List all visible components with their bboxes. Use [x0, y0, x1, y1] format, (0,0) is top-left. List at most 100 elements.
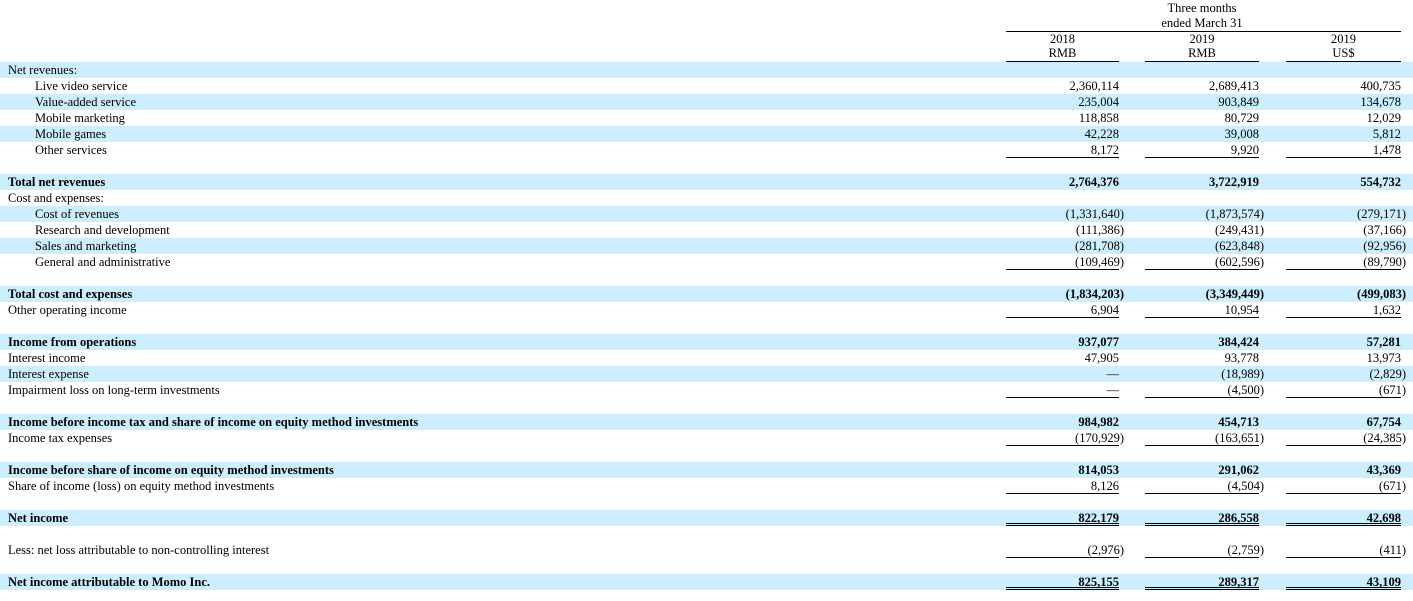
table-body: Net revenues: Live video service 2,360,114… — [0, 62, 1413, 590]
table-row: Interest income 47,905 93,778 13,973 — [0, 350, 1413, 366]
value-cell: 8,126 — [1006, 478, 1119, 494]
value-cell: 42,228 — [1006, 126, 1119, 142]
value-cell: 2,360,114 — [1006, 78, 1119, 94]
value-cell: 2,689,413 — [1145, 78, 1259, 94]
cell-value: 67,754 — [1366, 415, 1401, 429]
value-cell: 57,281 — [1286, 334, 1401, 350]
cell-value: — — [1106, 367, 1120, 381]
spacer-row — [0, 446, 1413, 462]
row-label: Other services — [35, 143, 107, 157]
row-label: Total net revenues — [8, 175, 106, 189]
cell-value: (163,651) — [1215, 431, 1264, 445]
row-label: Research and development — [35, 223, 170, 237]
cell-value: (1,873,574) — [1205, 207, 1264, 221]
cell-value: (18,989) — [1221, 367, 1264, 381]
table-row: Total cost and expenses (1,834,203) (3,349… — [0, 286, 1413, 302]
value-cell: 42,698 — [1286, 510, 1401, 526]
value-cell: (4,500) — [1145, 382, 1264, 398]
value-cell: 67,754 — [1286, 414, 1401, 430]
cell-value: (3,349,449) — [1205, 287, 1264, 301]
cell-value: (671) — [1378, 479, 1406, 493]
value-cell: (24,385) — [1286, 430, 1406, 446]
cell-value: (602,596) — [1215, 255, 1264, 269]
cell-value: 42,228 — [1084, 127, 1119, 141]
value-cell: — — [1006, 382, 1119, 398]
table-row: Income tax expenses (170,929) (163,651) (24… — [0, 430, 1413, 446]
table-row: Net income attributable to Momo Inc. 825,… — [0, 574, 1413, 590]
cell-value: 6,904 — [1090, 303, 1119, 317]
value-cell: 2,764,376 — [1006, 174, 1119, 190]
spacer-row — [0, 526, 1413, 542]
col-2018-rmb-currency: RMB — [1048, 46, 1077, 60]
value-cell: (170,929) — [1006, 430, 1124, 446]
value-cell: 118,858 — [1006, 110, 1119, 126]
cell-value: (89,790) — [1363, 255, 1406, 269]
value-cell: (109,469) — [1006, 254, 1124, 270]
spacer-row — [0, 318, 1413, 334]
row-label: Interest expense — [8, 367, 89, 381]
value-cell: (2,829) — [1286, 366, 1406, 382]
cell-value: 289,317 — [1218, 575, 1259, 589]
row-label: Net revenues: — [8, 63, 78, 77]
col-2019-usd-year: 2019 — [1331, 32, 1356, 46]
cell-value: (623,848) — [1215, 239, 1264, 253]
row-label: Net income — [8, 511, 69, 525]
cell-value: (279,171) — [1357, 207, 1406, 221]
cell-value: 118,858 — [1078, 111, 1119, 125]
cell-value: (4,500) — [1227, 383, 1264, 397]
spacer-row — [0, 494, 1413, 510]
value-cell: (163,651) — [1145, 430, 1264, 446]
col-2019-usd-currency: US$ — [1332, 46, 1355, 60]
value-cell: 814,053 — [1006, 462, 1119, 478]
cell-value: 984,982 — [1078, 415, 1119, 429]
value-cell: 235,004 — [1006, 94, 1119, 110]
cell-value: (2,829) — [1369, 367, 1406, 381]
value-cell: 384,424 — [1145, 334, 1259, 350]
table-row: Mobile games 42,228 39,008 5,812 — [0, 126, 1413, 142]
cell-value: (37,166) — [1363, 223, 1406, 237]
table-row: Income before income tax and share of in… — [0, 414, 1413, 430]
cell-value: 235,004 — [1078, 95, 1119, 109]
spacer-row — [0, 398, 1413, 414]
cell-value: 47,905 — [1084, 351, 1119, 365]
row-label: Mobile marketing — [35, 111, 125, 125]
cell-value: 12,029 — [1366, 111, 1401, 125]
table-row: Mobile marketing 118,858 80,729 12,029 — [0, 110, 1413, 126]
table-row: General and administrative (109,469) (602,… — [0, 254, 1413, 270]
cell-value: 822,179 — [1078, 511, 1119, 525]
value-cell: (37,166) — [1286, 222, 1406, 238]
cell-value: 1,632 — [1372, 303, 1401, 317]
cell-value: 134,678 — [1360, 95, 1401, 109]
cell-value: 9,920 — [1230, 143, 1259, 157]
row-label: Mobile games — [35, 127, 107, 141]
period-header-line1: Three months — [1167, 1, 1237, 15]
value-cell: 1,478 — [1286, 142, 1401, 158]
value-cell: 80,729 — [1145, 110, 1259, 126]
table-row: Research and development (111,386) (249,43… — [0, 222, 1413, 238]
cell-value: (92,956) — [1363, 239, 1406, 253]
table-row: Cost and expenses: — [0, 190, 1413, 206]
value-cell: 12,029 — [1286, 110, 1401, 126]
table-row: Share of income (loss) on equity method … — [0, 478, 1413, 494]
cell-value: 8,172 — [1090, 143, 1119, 157]
table-row: Total net revenues 2,764,376 3,722,919 554,… — [0, 174, 1413, 190]
cell-value: (4,504) — [1227, 479, 1264, 493]
value-cell: 822,179 — [1006, 510, 1119, 526]
value-cell: (671) — [1286, 382, 1406, 398]
cell-value: 400,735 — [1360, 79, 1401, 93]
value-cell: 43,109 — [1286, 574, 1401, 590]
cell-value: 13,973 — [1366, 351, 1401, 365]
value-cell: (1,873,574) — [1145, 206, 1264, 222]
value-cell: 134,678 — [1286, 94, 1401, 110]
value-cell: (111,386) — [1006, 222, 1124, 238]
cell-value: (170,929) — [1075, 431, 1124, 445]
value-cell: (2,976) — [1006, 542, 1124, 558]
cell-value: 2,360,114 — [1069, 79, 1119, 93]
cell-value: (2,759) — [1227, 543, 1264, 557]
value-cell: (1,834,203) — [1006, 286, 1124, 302]
row-label: Income before share of income on equity … — [8, 463, 334, 477]
row-label: Other operating income — [8, 303, 127, 317]
value-cell: 454,713 — [1145, 414, 1259, 430]
cell-value: 93,778 — [1224, 351, 1259, 365]
table-row: Sales and marketing (281,708) (623,848) (92… — [0, 238, 1413, 254]
